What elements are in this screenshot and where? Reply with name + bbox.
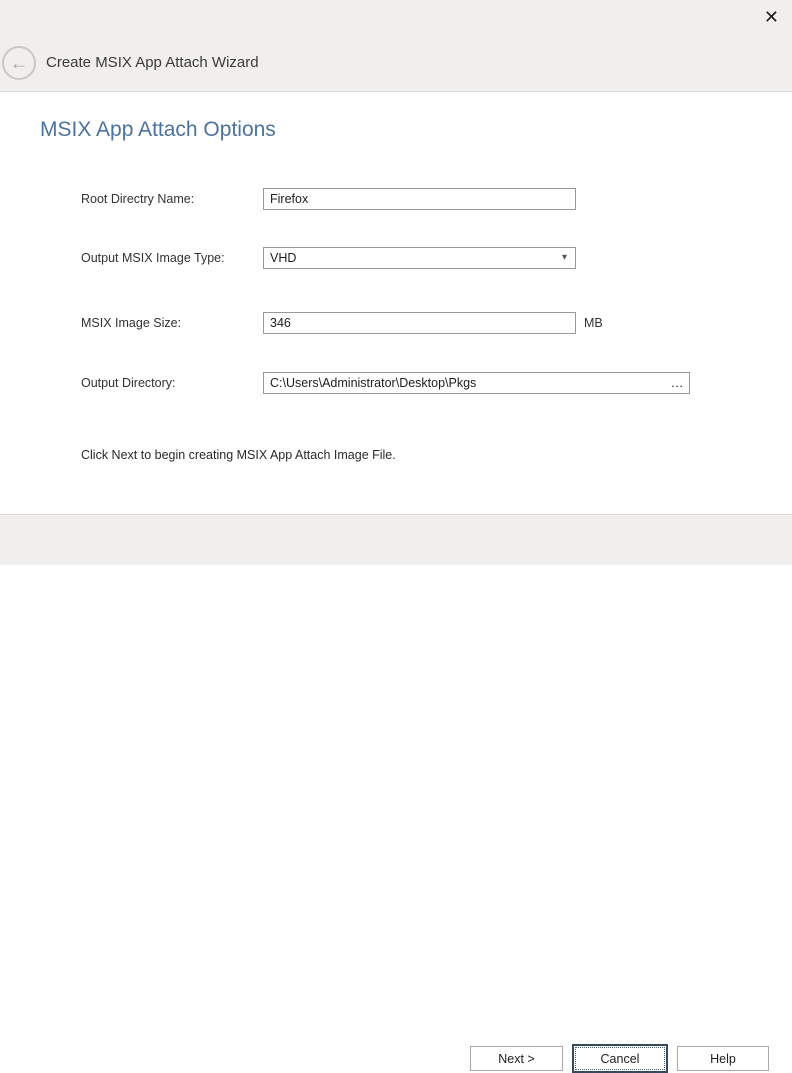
cancel-button[interactable]: Cancel [572,1044,668,1073]
root-directory-input[interactable] [263,188,576,210]
wizard-header: ✕ ← Create MSIX App Attach Wizard [0,0,792,92]
image-size-unit-label: MB [584,316,603,330]
msix-wizard-dialog: { "header": { "title": "Create MSIX App … [0,0,792,565]
output-directory-input[interactable] [263,372,690,394]
next-button[interactable]: Next > [470,1046,563,1071]
image-type-dropdown[interactable]: VHD ▾ [263,247,576,269]
root-directory-label: Root Directry Name: [81,192,194,206]
back-button[interactable]: ← [2,46,36,80]
image-size-label: MSIX Image Size: [81,316,181,330]
wizard-title: Create MSIX App Attach Wizard [46,54,259,71]
close-icon[interactable]: ✕ [764,5,779,29]
help-button[interactable]: Help [677,1046,769,1071]
chevron-down-icon: ▾ [562,248,567,268]
output-directory-label: Output Directory: [81,376,175,390]
browse-ellipsis-button[interactable]: … [666,372,688,394]
footer-bar: Next > Cancel Help [0,514,792,565]
image-size-input[interactable] [263,312,576,334]
image-type-label: Output MSIX Image Type: [81,251,225,265]
back-arrow-icon: ← [10,53,28,73]
image-type-selected-value: VHD [264,248,575,268]
instruction-text: Click Next to begin creating MSIX App At… [81,448,396,462]
page-title: MSIX App Attach Options [40,118,276,142]
